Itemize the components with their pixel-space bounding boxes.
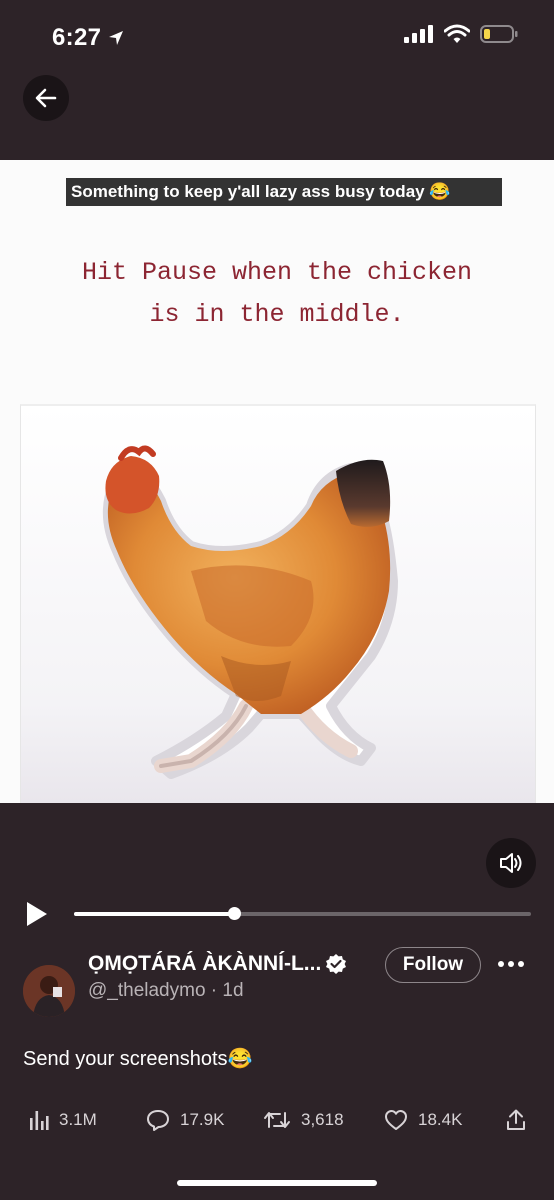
video-player[interactable]: Something to keep y'all lazy ass busy to… [0,160,554,803]
status-time-text: 6:27 [52,24,102,51]
avatar-image [23,965,75,1017]
display-name[interactable]: ỌMỌTÁRÁ ÀKÀNNÍ-L... [88,952,321,976]
chicken-illustration [102,445,398,779]
instruction-line-1: Hit Pause when the chicken [81,258,473,287]
follow-button[interactable]: Follow [385,947,481,983]
retweet-icon [264,1112,290,1128]
handle-line: @_theladymo · 1d [88,980,244,1002]
back-arrow-icon [35,88,57,108]
status-icons [404,24,518,44]
tweet-action-bar: 3.1M 17.9K 3,618 18.4K [0,1100,554,1140]
heart-icon [385,1110,407,1130]
instruction-line-2: is in the middle. [149,300,405,329]
views-action[interactable]: 3.1M [29,1100,97,1140]
more-dot [508,961,514,967]
battery-low-icon [480,25,518,43]
wifi-icon [444,24,470,43]
tweet-text: Send your screenshots😂 [23,1048,253,1070]
tweet-age: · 1d [205,980,244,1001]
reply-action[interactable]: 17.9K [146,1100,224,1140]
replies-count: 17.9K [180,1110,225,1129]
more-button[interactable] [496,952,526,976]
location-arrow-icon [109,31,124,45]
play-button[interactable] [24,900,50,928]
likes-count: 18.4K [418,1110,463,1129]
views-bar-chart-icon [30,1111,49,1130]
video-instruction-text: Hit Pause when the chicken is in the mid… [0,252,554,336]
video-image-panel [20,404,536,803]
verified-badge-icon [326,954,346,974]
more-dot [498,961,504,967]
share-icon [507,1109,525,1130]
share-action[interactable] [505,1100,527,1140]
back-button[interactable] [23,75,69,121]
mute-button[interactable] [486,838,536,888]
cellular-signal-icon [404,25,433,43]
video-progress-fill [74,912,234,916]
like-action[interactable]: 18.4K [384,1100,462,1140]
reply-bubble-icon [147,1110,169,1131]
speaker-muted-icon [500,853,522,873]
status-bar: 6:27 [0,0,554,70]
avatar[interactable] [23,965,75,1017]
user-handle[interactable]: @_theladymo [88,980,206,1001]
home-indicator[interactable] [177,1180,377,1186]
views-count: 3.1M [59,1110,97,1129]
status-time: 6:27 [52,24,125,52]
video-overlay-caption: Something to keep y'all lazy ass busy to… [66,178,502,206]
play-icon [27,902,47,926]
retweet-action[interactable]: 3,618 [263,1100,344,1140]
more-dot [518,961,524,967]
retweets-count: 3,618 [301,1110,344,1129]
video-progress-slider[interactable] [74,907,531,920]
video-progress-thumb[interactable] [227,907,241,920]
